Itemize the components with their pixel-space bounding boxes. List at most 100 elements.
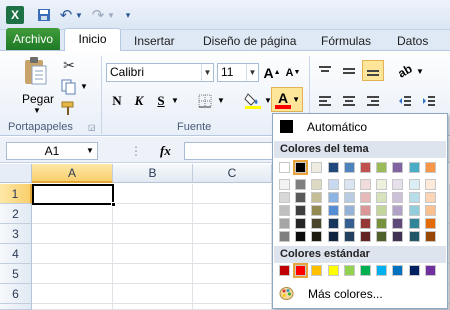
- redo-icon[interactable]: ↷: [90, 6, 106, 24]
- theme-shade-swatch[interactable]: [424, 179, 436, 190]
- row-header-1[interactable]: 1: [0, 184, 32, 204]
- active-cell-a1[interactable]: [32, 184, 114, 205]
- theme-shade-swatch[interactable]: [279, 218, 290, 229]
- customize-qat-icon[interactable]: ▾: [122, 6, 134, 24]
- grid-cell[interactable]: [193, 284, 272, 304]
- align-right-icon[interactable]: [364, 92, 382, 109]
- align-top-icon[interactable]: [316, 62, 334, 80]
- grid-cell[interactable]: [193, 244, 272, 264]
- name-box-dropdown-icon[interactable]: ▼: [86, 146, 94, 155]
- grid-cell[interactable]: [193, 204, 272, 224]
- tab-file[interactable]: Archivo: [6, 28, 60, 50]
- theme-color-swatch[interactable]: [424, 162, 436, 173]
- theme-shade-swatch[interactable]: [376, 218, 388, 229]
- theme-shade-swatch[interactable]: [392, 205, 404, 216]
- grid-cell[interactable]: [32, 264, 113, 284]
- align-middle-icon[interactable]: [340, 62, 358, 80]
- theme-shade-swatch[interactable]: [279, 192, 290, 203]
- automatic-color-option[interactable]: Automático: [275, 116, 445, 138]
- paste-button[interactable]: Pegar: [22, 92, 54, 106]
- row-header-3[interactable]: 3: [0, 224, 32, 244]
- theme-shade-swatch[interactable]: [295, 179, 307, 190]
- grid-cell[interactable]: [32, 304, 113, 310]
- align-bottom-icon[interactable]: [362, 60, 384, 81]
- tab-formulas[interactable]: Fórmulas: [321, 33, 371, 50]
- standard-color-swatch[interactable]: [279, 265, 290, 276]
- row-header-6[interactable]: 6: [0, 284, 32, 304]
- theme-color-swatch[interactable]: [279, 162, 290, 173]
- theme-shade-swatch[interactable]: [392, 231, 404, 242]
- theme-shade-swatch[interactable]: [295, 192, 307, 203]
- theme-shade-swatch[interactable]: [392, 218, 404, 229]
- orientation-dropdown-icon[interactable]: ▼: [416, 67, 424, 76]
- theme-shade-swatch[interactable]: [327, 192, 339, 203]
- theme-shade-swatch[interactable]: [311, 205, 323, 216]
- font-size-combo[interactable]: 11 ▼: [217, 63, 259, 82]
- theme-shade-swatch[interactable]: [327, 231, 339, 242]
- theme-shade-swatch[interactable]: [408, 179, 420, 190]
- row-header-7[interactable]: [0, 304, 32, 310]
- theme-shade-swatch[interactable]: [360, 218, 371, 229]
- grid-cell[interactable]: [32, 204, 113, 224]
- theme-shade-swatch[interactable]: [311, 179, 323, 190]
- theme-shade-swatch[interactable]: [360, 179, 371, 190]
- theme-color-swatch[interactable]: [408, 162, 420, 173]
- paste-dropdown-icon[interactable]: ▼: [33, 106, 41, 115]
- theme-shade-swatch[interactable]: [279, 231, 290, 242]
- theme-shade-swatch[interactable]: [343, 179, 355, 190]
- theme-color-swatch[interactable]: [360, 162, 371, 173]
- grid-cell[interactable]: [193, 304, 272, 310]
- grid-cell[interactable]: [193, 184, 272, 204]
- save-icon[interactable]: [36, 6, 52, 24]
- formula-bar-resize-icon[interactable]: ⋮: [130, 144, 142, 158]
- italic-button[interactable]: K: [131, 92, 147, 109]
- theme-shade-swatch[interactable]: [424, 218, 436, 229]
- theme-shade-swatch[interactable]: [327, 205, 339, 216]
- grow-font-button[interactable]: A ▲: [263, 63, 281, 82]
- row-header-2[interactable]: 2: [0, 204, 32, 224]
- theme-shade-swatch[interactable]: [295, 231, 307, 242]
- shrink-font-button[interactable]: A ▼: [284, 63, 302, 82]
- tab-page-layout[interactable]: Diseño de página: [203, 33, 296, 50]
- theme-color-swatch[interactable]: [376, 162, 388, 173]
- theme-shade-swatch[interactable]: [343, 218, 355, 229]
- theme-shade-swatch[interactable]: [424, 192, 436, 203]
- standard-color-swatch[interactable]: [343, 265, 355, 276]
- chevron-down-icon[interactable]: ▼: [292, 95, 300, 104]
- theme-shade-swatch[interactable]: [327, 218, 339, 229]
- grid-cell[interactable]: [113, 204, 193, 224]
- fill-color-icon[interactable]: [243, 90, 263, 110]
- theme-shade-swatch[interactable]: [343, 205, 355, 216]
- theme-shade-swatch[interactable]: [408, 231, 420, 242]
- row-header-4[interactable]: 4: [0, 244, 32, 264]
- select-all-corner[interactable]: [0, 164, 32, 183]
- column-header-b[interactable]: B: [113, 164, 193, 183]
- name-box[interactable]: A1: [6, 142, 98, 160]
- theme-shade-swatch[interactable]: [360, 205, 371, 216]
- tab-data[interactable]: Datos: [397, 33, 428, 50]
- theme-color-swatch[interactable]: [311, 162, 323, 173]
- grid-cell[interactable]: [113, 284, 193, 304]
- theme-color-swatch[interactable]: [343, 162, 355, 173]
- standard-color-swatch[interactable]: [424, 265, 436, 276]
- theme-shade-swatch[interactable]: [392, 179, 404, 190]
- theme-shade-swatch[interactable]: [408, 218, 420, 229]
- clipboard-launcher-icon[interactable]: ◲: [88, 123, 96, 132]
- theme-color-swatch[interactable]: [392, 162, 404, 173]
- formula-input[interactable]: [184, 142, 274, 160]
- borders-dropdown-icon[interactable]: ▼: [217, 96, 225, 105]
- undo-icon[interactable]: ↶: [58, 6, 74, 24]
- grid-cell[interactable]: [193, 224, 272, 244]
- underline-button[interactable]: S: [153, 92, 169, 109]
- grid-cell[interactable]: [113, 224, 193, 244]
- theme-shade-swatch[interactable]: [408, 192, 420, 203]
- fill-handle[interactable]: [111, 202, 116, 207]
- insert-function-icon[interactable]: fx: [160, 143, 171, 159]
- theme-shade-swatch[interactable]: [376, 205, 388, 216]
- theme-shade-swatch[interactable]: [376, 179, 388, 190]
- standard-color-swatch[interactable]: [327, 265, 339, 276]
- theme-shade-swatch[interactable]: [327, 179, 339, 190]
- decrease-indent-icon[interactable]: [396, 92, 414, 109]
- standard-color-swatch[interactable]: [392, 265, 404, 276]
- align-left-icon[interactable]: [316, 92, 334, 109]
